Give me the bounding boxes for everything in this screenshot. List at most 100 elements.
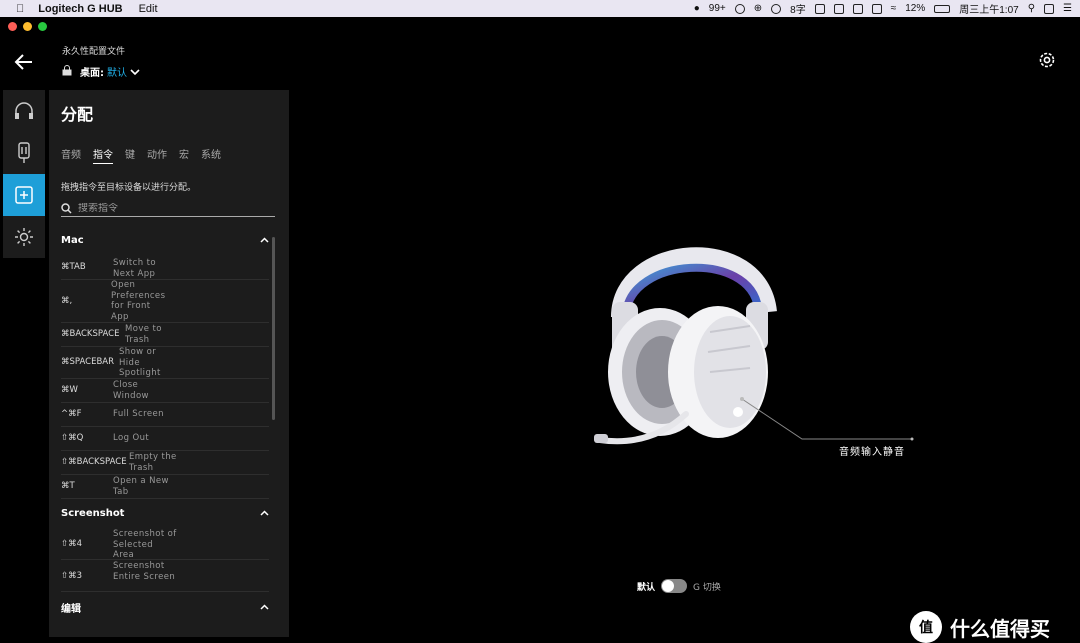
section-title: Screenshot — [61, 507, 125, 519]
command-row[interactable]: ⌘BACKSPACE Move to Trash — [61, 323, 269, 347]
command-shortcut: ⇧⌘BACKSPACE — [61, 457, 127, 467]
command-row[interactable]: ⌘T Open a New Tab — [61, 475, 269, 499]
command-row[interactable]: ⇧⌘BACKSPACE Empty the Trash — [61, 451, 269, 475]
menu-bar:  Logitech G HUB Edit ● 99+ ⊕ 8字 ≈ 12% 周… — [0, 0, 1080, 17]
search-icon[interactable]: ⚲ — [1028, 3, 1035, 14]
g-shift-toggle-group: 默认 G 切换 — [637, 579, 721, 593]
command-desc: Show or Hide Spotlight — [119, 347, 161, 378]
command-search — [61, 200, 275, 217]
nav-equalizer[interactable] — [3, 132, 45, 174]
section-title: 编辑 — [61, 603, 81, 615]
command-row[interactable]: ⇧⌘3 Screenshot Entire Screen — [61, 560, 269, 592]
profile-caption: 永久性配置文件 — [62, 47, 126, 57]
command-row[interactable]: ⇧⌘4 Screenshot of Selected Area — [61, 528, 269, 560]
command-desc: Log Out — [113, 433, 150, 443]
status-icon-4[interactable] — [871, 3, 882, 14]
lock-icon — [62, 65, 72, 76]
command-shortcut: ⌘BACKSPACE — [61, 329, 120, 339]
minimize-window-button[interactable] — [23, 22, 32, 31]
watermark: 值 什么值得买 — [910, 611, 1050, 643]
panel-scrollbar[interactable] — [272, 237, 275, 420]
command-row[interactable]: ⇧⌘Q Log Out — [61, 427, 269, 451]
sogou-input-icon[interactable] — [1044, 3, 1055, 14]
status-icon-3[interactable] — [852, 3, 863, 14]
section-title: Mac — [61, 234, 84, 246]
status-icon-1[interactable] — [814, 3, 825, 14]
microphone-device-icon — [18, 142, 30, 163]
tab-macros[interactable]: 宏 — [179, 146, 189, 164]
command-desc: Screenshot Entire Screen — [113, 561, 176, 582]
command-shortcut: ⇧⌘4 — [61, 539, 83, 549]
status-app-icon[interactable] — [734, 3, 745, 14]
nav-lighting[interactable] — [3, 216, 45, 258]
tab-keys[interactable]: 键 — [125, 146, 135, 164]
command-shortcut: ⇧⌘3 — [61, 571, 83, 581]
section-header-edit[interactable]: 编辑 — [61, 597, 269, 617]
command-shortcut: ⇧⌘Q — [61, 433, 84, 443]
tab-commands[interactable]: 指令 — [93, 146, 113, 164]
section-header-mac[interactable]: Mac — [61, 230, 269, 250]
gear-icon[interactable] — [1037, 50, 1057, 70]
command-desc: Full Screen — [113, 409, 164, 419]
command-row[interactable]: ⌘TAB Switch to Next App — [61, 256, 269, 280]
apple-menu-icon[interactable]:  — [16, 3, 24, 15]
command-shortcut: ^⌘F — [61, 409, 82, 419]
profile-selector[interactable]: 桌面: 默认 — [80, 64, 140, 79]
window-controls — [8, 22, 47, 31]
notification-count: 99+ — [708, 3, 726, 14]
qq-icon[interactable]: ● — [694, 3, 700, 14]
command-row[interactable]: ⌘SPACEBAR Show or Hide Spotlight — [61, 347, 269, 379]
creative-cloud-icon[interactable] — [771, 3, 782, 14]
lighting-sun-icon — [15, 228, 33, 246]
command-desc: Close Window — [113, 380, 149, 401]
command-shortcut: ⌘T — [61, 481, 75, 491]
plus-square-icon — [15, 186, 33, 204]
tab-audio[interactable]: 音频 — [61, 146, 81, 164]
tab-actions[interactable]: 动作 — [147, 146, 167, 164]
command-desc: Move to Trash — [125, 324, 162, 345]
g-shift-toggle[interactable] — [661, 579, 688, 593]
storage-indicator: 8字 — [790, 5, 806, 16]
chevron-up-icon — [260, 604, 269, 610]
command-shortcut: ⌘W — [61, 385, 78, 395]
control-center-icon[interactable]: ☰ — [1063, 3, 1072, 14]
command-row[interactable]: ⌘W Close Window — [61, 379, 269, 403]
section-header-screenshot[interactable]: Screenshot — [61, 503, 269, 523]
callout-label-mic-mute[interactable]: 音频输入静音 — [839, 443, 905, 458]
back-arrow-icon[interactable] — [14, 53, 34, 71]
wifi-icon[interactable]: ≈ — [891, 3, 897, 14]
profile-value: 默认 — [107, 68, 127, 79]
command-row[interactable]: ^⌘F Full Screen — [61, 403, 269, 427]
app-window: 永久性配置文件 桌面: 默认 分配 音频 指令 键 动作 宏 系统 拖拽指令至目… — [0, 17, 1080, 643]
chevron-up-icon — [260, 510, 269, 516]
command-desc: Open a New Tab — [113, 476, 169, 497]
command-row[interactable]: ⌘, Open Preferences for Front App — [61, 280, 269, 323]
search-input[interactable] — [78, 202, 258, 214]
nav-headset[interactable] — [3, 90, 45, 132]
network-icon[interactable]: ⊕ — [754, 3, 762, 14]
command-shortcut: ⌘SPACEBAR — [61, 357, 115, 367]
drag-instruction: 拖拽指令至目标设备以进行分配。 — [61, 183, 197, 193]
nav-assignments[interactable] — [3, 174, 45, 216]
command-desc: Open Preferences for Front App — [111, 280, 166, 322]
tab-system[interactable]: 系统 — [201, 146, 221, 164]
command-desc: Screenshot of Selected Area — [113, 529, 177, 560]
edit-menu[interactable]: Edit — [139, 3, 158, 15]
assignment-tabs: 音频 指令 键 动作 宏 系统 — [61, 146, 221, 164]
command-shortcut: ⌘, — [61, 296, 73, 306]
watermark-text: 什么值得买 — [950, 616, 1050, 641]
headset-icon — [15, 102, 33, 119]
search-icon — [61, 202, 72, 214]
command-desc: Switch to Next App — [113, 258, 156, 279]
status-icon-2[interactable] — [833, 3, 844, 14]
battery-icon[interactable] — [934, 4, 951, 13]
panel-title: 分配 — [61, 105, 94, 124]
battery-percent: 12% — [905, 3, 926, 14]
close-window-button[interactable] — [8, 22, 17, 31]
chevron-up-icon — [260, 237, 269, 243]
app-menu[interactable]: Logitech G HUB — [38, 3, 122, 15]
clock[interactable]: 周三上午1:07 — [959, 1, 1018, 16]
device-nav-rail — [3, 90, 45, 258]
watermark-logo: 值 — [910, 611, 942, 643]
zoom-window-button[interactable] — [38, 22, 47, 31]
